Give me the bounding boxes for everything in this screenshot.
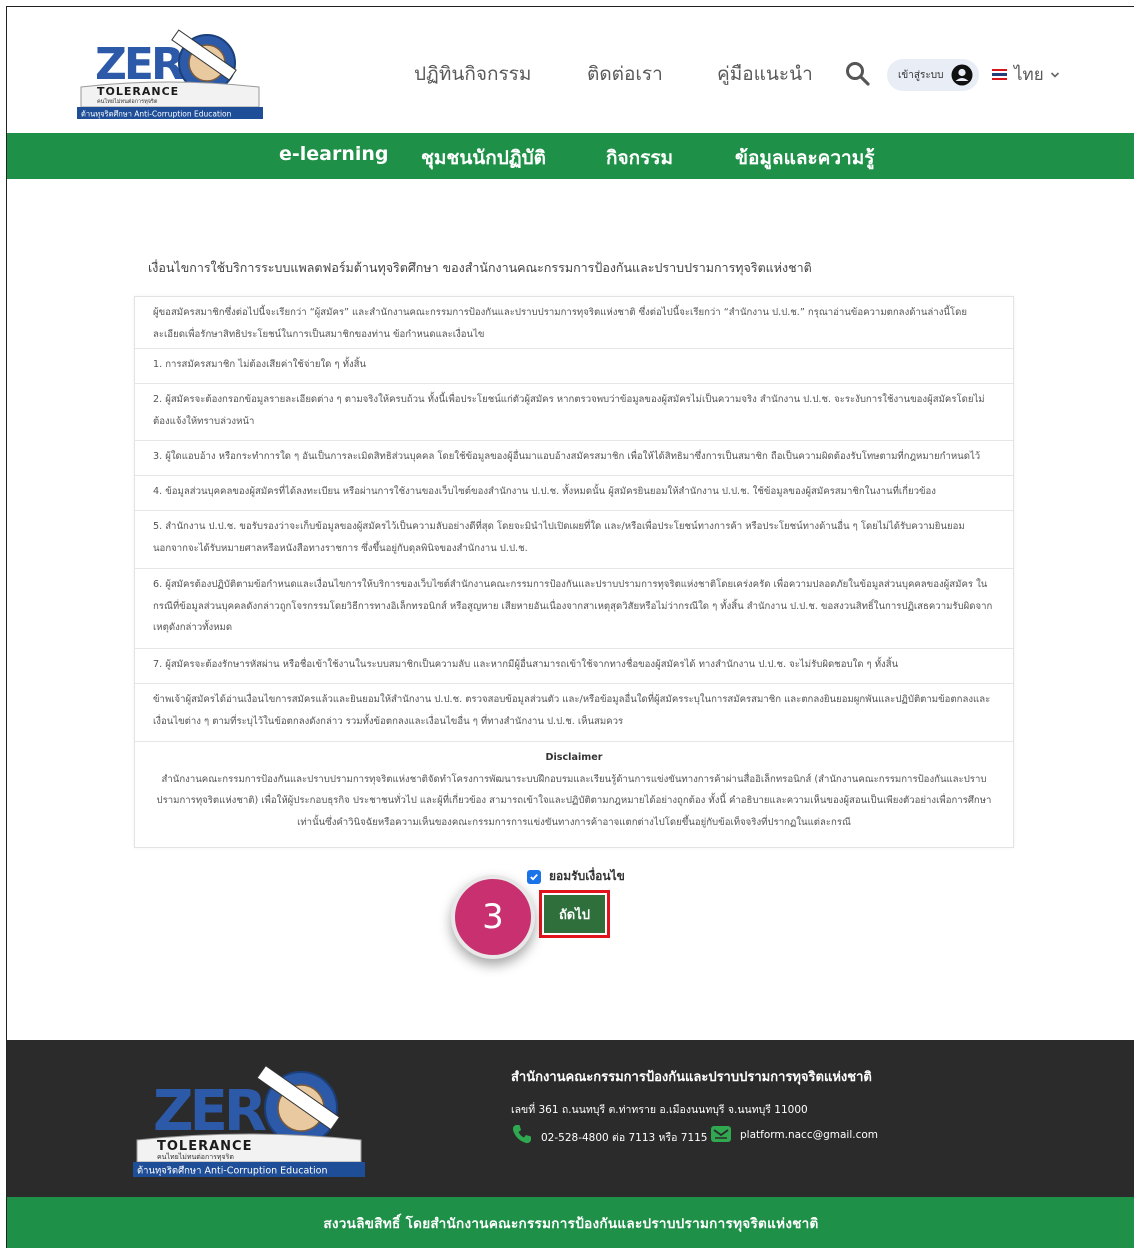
main-menu-bar: e-learning ชุมชนนักปฏิบัติ กิจกรรม ข้อมู… bbox=[7, 133, 1134, 179]
terms-closing: ข้าพเจ้าผู้สมัครได้อ่านเงื่อนไขการสมัครแ… bbox=[135, 684, 1013, 742]
search-icon[interactable] bbox=[845, 61, 871, 87]
site-logo[interactable]: ZER TOLERANCE คนไทยไม่ทนต่อการทุจริต ต้า… bbox=[77, 27, 263, 119]
svg-text:ต้านทุจริตศึกษา Anti-Corruptio: ต้านทุจริตศึกษา Anti-Corruption Educatio… bbox=[137, 1166, 327, 1177]
terms-title: เงื่อนไขการใช้บริการระบบแพลตฟอร์มต้านทุจ… bbox=[148, 260, 812, 275]
menu-e-learning[interactable]: e-learning bbox=[279, 143, 389, 165]
terms-item-2: 2. ผู้สมัครจะต้องกรอกข้อมูลรายละเอียดต่า… bbox=[135, 384, 1013, 441]
svg-text:คนไทยไม่ทนต่อการทุจริต: คนไทยไม่ทนต่อการทุจริต bbox=[157, 1152, 234, 1161]
chevron-down-icon bbox=[1050, 71, 1059, 78]
menu-community[interactable]: ชุมชนนักปฏิบัติ bbox=[421, 143, 546, 173]
nav-manual-link[interactable]: คู่มือแนะนำ bbox=[717, 59, 813, 89]
checkbox-checked-icon[interactable] bbox=[527, 869, 541, 884]
next-button[interactable]: ถัดไป bbox=[544, 895, 605, 933]
accept-terms-checkbox[interactable]: ยอมรับเงื่อนไข bbox=[527, 867, 625, 886]
mail-icon bbox=[711, 1126, 731, 1142]
svg-text:คนไทยไม่ทนต่อการทุจริต: คนไทยไม่ทนต่อการทุจริต bbox=[97, 98, 158, 105]
login-label: เข้าสู่ระบบ bbox=[898, 69, 944, 81]
nav-contact-link[interactable]: ติดต่อเรา bbox=[587, 59, 663, 89]
svg-text:ต้านทุจริตศึกษา Anti-Corruptio: ต้านทุจริตศึกษา Anti-Corruption Educatio… bbox=[81, 110, 232, 119]
footer-org-name: สำนักงานคณะกรรมการป้องกันและปราบปรามการท… bbox=[511, 1070, 872, 1085]
footer-address: เลขที่ 361 ถ.นนทบุรี ต.ท่าทราย อ.เมืองนน… bbox=[511, 1104, 808, 1116]
footer-logo: ZER TOLERANCE คนไทยไม่ทนต่อการทุจริต ต้า… bbox=[133, 1064, 365, 1177]
thai-flag-icon bbox=[992, 69, 1007, 80]
disclaimer-section: Disclaimer สำนักงานคณะกรรมการป้องกันและป… bbox=[135, 742, 1013, 847]
terms-intro: ผู้ขอสมัครสมาชิกซึ่งต่อไปนี้จะเรียกว่า “… bbox=[135, 297, 1013, 349]
page-frame: ZER TOLERANCE คนไทยไม่ทนต่อการทุจริต ต้า… bbox=[6, 6, 1134, 1248]
terms-item-6: 6. ผู้สมัครต้องปฏิบัติตามข้อกำหนดและเงื่… bbox=[135, 569, 1013, 649]
nav-calendar-link[interactable]: ปฏิทินกิจกรรม bbox=[414, 59, 531, 89]
top-header: ZER TOLERANCE คนไทยไม่ทนต่อการทุจริต ต้า… bbox=[7, 7, 1134, 133]
menu-knowledge[interactable]: ข้อมูลและความรู้ bbox=[735, 143, 874, 173]
terms-item-4: 4. ข้อมูลส่วนบุคคลของผู้สมัครที่ได้ลงทะเ… bbox=[135, 476, 1013, 511]
svg-text:TOLERANCE: TOLERANCE bbox=[157, 1139, 252, 1154]
footer: ZER TOLERANCE คนไทยไม่ทนต่อการทุจริต ต้า… bbox=[7, 1040, 1134, 1197]
copyright-bar: สงวนลิขสิทธิ์ โดยสำนักงานคณะกรรมการป้องก… bbox=[7, 1197, 1134, 1248]
svg-text:TOLERANCE: TOLERANCE bbox=[97, 85, 179, 98]
language-selector[interactable]: ไทย bbox=[992, 61, 1060, 88]
step-number-badge: 3 bbox=[451, 875, 535, 959]
user-avatar-icon bbox=[951, 64, 973, 86]
terms-item-1: 1. การสมัครสมาชิก ไม่ต้องเสียค่าใช้จ่ายใ… bbox=[135, 349, 1013, 384]
terms-item-3: 3. ผู้ใดแอบอ้าง หรือกระทำการใด ๆ อันเป็น… bbox=[135, 441, 1013, 476]
disclaimer-body: สำนักงานคณะกรรมการป้องกันและปราบปรามการท… bbox=[156, 773, 992, 828]
phone-icon bbox=[512, 1125, 531, 1144]
language-label: ไทย bbox=[1014, 65, 1044, 85]
terms-item-7: 7. ผู้สมัครจะต้องรักษารหัสผ่าน หรือชื่อเ… bbox=[135, 649, 1013, 684]
terms-item-5: 5. สำนักงาน ป.ป.ช. ขอรับรองว่าจะเก็บข้อม… bbox=[135, 511, 1013, 569]
login-button[interactable]: เข้าสู่ระบบ bbox=[887, 59, 979, 91]
menu-activities[interactable]: กิจกรรม bbox=[606, 143, 673, 173]
disclaimer-title: Disclaimer bbox=[545, 752, 603, 763]
footer-phone[interactable]: 02-528-4800 ต่อ 7113 หรือ 7115 bbox=[541, 1129, 708, 1146]
footer-email[interactable]: platform.nacc@gmail.com bbox=[740, 1129, 878, 1141]
terms-box[interactable]: ผู้ขอสมัครสมาชิกซึ่งต่อไปนี้จะเรียกว่า “… bbox=[134, 296, 1014, 848]
accept-terms-label: ยอมรับเงื่อนไข bbox=[549, 869, 625, 883]
